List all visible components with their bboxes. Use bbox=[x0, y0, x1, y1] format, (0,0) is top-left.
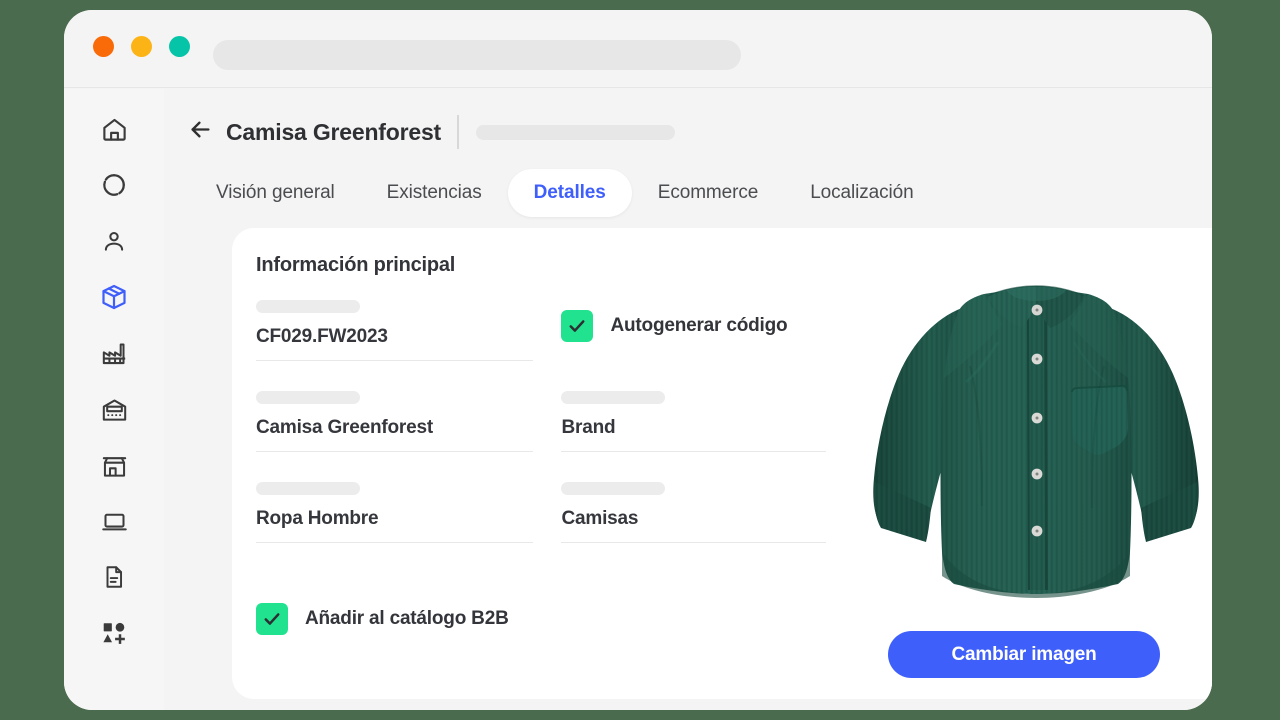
browser-window: Camisa Greenforest Visión general Existe… bbox=[64, 10, 1212, 710]
tab-existencias[interactable]: Existencias bbox=[361, 169, 508, 217]
details-card: Información principal CF029.FW2023 Autog… bbox=[232, 228, 1212, 699]
checkbox-label: Añadir al catálogo B2B bbox=[305, 608, 509, 629]
checkbox-add-to-b2b-catalog[interactable]: Añadir al catálogo B2B bbox=[256, 603, 509, 635]
field-subcategory[interactable]: Camisas bbox=[561, 482, 826, 543]
app-sidebar bbox=[64, 89, 164, 710]
form-row-2: Camisa Greenforest Brand bbox=[256, 391, 826, 452]
field-value: Camisas bbox=[561, 508, 639, 529]
field-label-placeholder bbox=[561, 391, 666, 404]
user-icon bbox=[101, 228, 127, 254]
tab-localizacion[interactable]: Localización bbox=[784, 169, 939, 217]
header-divider bbox=[457, 115, 459, 149]
maximize-window-icon[interactable] bbox=[169, 36, 190, 57]
factory-icon bbox=[101, 340, 128, 367]
back-button[interactable] bbox=[186, 118, 214, 146]
checkbox-checked-icon[interactable] bbox=[561, 310, 594, 342]
product-image bbox=[866, 246, 1206, 601]
field-underline bbox=[256, 360, 534, 361]
field-reference-code[interactable]: CF029.FW2023 bbox=[256, 300, 534, 361]
checkbox-checked-icon[interactable] bbox=[256, 603, 288, 635]
close-window-icon[interactable] bbox=[93, 36, 114, 57]
checkbox-label: Autogenerar código bbox=[610, 315, 788, 336]
field-underline bbox=[561, 542, 826, 543]
sidebar-item-pos[interactable] bbox=[92, 499, 136, 543]
field-product-name[interactable]: Camisa Greenforest bbox=[256, 391, 534, 452]
sidebar-item-documents[interactable] bbox=[92, 555, 136, 599]
sidebar-item-products[interactable] bbox=[92, 275, 136, 319]
card-title: Información principal bbox=[256, 254, 456, 276]
sidebar-item-warehouse[interactable] bbox=[92, 387, 136, 431]
field-underline bbox=[561, 451, 826, 452]
sidebar-item-manufacturing[interactable] bbox=[92, 331, 136, 375]
form-row-3: Ropa Hombre Camisas bbox=[256, 482, 826, 543]
field-underline bbox=[256, 542, 534, 543]
product-image-pane: Cambiar imagen bbox=[858, 246, 1212, 686]
field-label-placeholder bbox=[561, 482, 666, 495]
home-icon bbox=[101, 116, 128, 143]
tab-vision-general[interactable]: Visión general bbox=[190, 169, 361, 217]
document-icon bbox=[101, 564, 127, 590]
field-underline bbox=[256, 451, 534, 452]
main-info-form: CF029.FW2023 Autogenerar código Camisa G… bbox=[256, 300, 826, 573]
field-label-placeholder bbox=[256, 482, 360, 495]
address-bar[interactable] bbox=[213, 40, 741, 70]
field-value: Brand bbox=[561, 417, 616, 438]
box-package-icon bbox=[100, 283, 128, 311]
arrow-left-icon bbox=[187, 116, 214, 148]
sidebar-item-dashboard[interactable] bbox=[92, 163, 136, 207]
laptop-icon bbox=[101, 508, 128, 535]
screen-root: Camisa Greenforest Visión general Existe… bbox=[0, 0, 1280, 720]
dashboard-donut-icon bbox=[101, 172, 127, 198]
change-image-button[interactable]: Cambiar imagen bbox=[888, 631, 1160, 678]
sidebar-item-more-apps[interactable] bbox=[92, 611, 136, 655]
shapes-add-icon bbox=[101, 620, 127, 646]
tab-bar: Visión general Existencias Detalles Ecom… bbox=[190, 169, 940, 217]
browser-titlebar bbox=[64, 10, 1212, 88]
page-title: Camisa Greenforest bbox=[226, 118, 441, 145]
traffic-lights bbox=[93, 36, 190, 57]
tab-detalles[interactable]: Detalles bbox=[507, 169, 632, 217]
tab-ecommerce[interactable]: Ecommerce bbox=[632, 169, 784, 217]
field-value: Ropa Hombre bbox=[256, 508, 379, 529]
field-label-placeholder bbox=[256, 391, 360, 404]
main-content: Camisa Greenforest Visión general Existe… bbox=[164, 89, 1212, 710]
page-header: Camisa Greenforest bbox=[186, 114, 675, 150]
field-brand[interactable]: Brand bbox=[561, 391, 826, 452]
header-skeleton-placeholder bbox=[476, 124, 675, 140]
sidebar-item-contacts[interactable] bbox=[92, 219, 136, 263]
checkbox-autogenerate-code[interactable]: Autogenerar código bbox=[561, 310, 826, 361]
field-category[interactable]: Ropa Hombre bbox=[256, 482, 534, 543]
sidebar-item-store[interactable] bbox=[92, 443, 136, 487]
form-row-1: CF029.FW2023 Autogenerar código bbox=[256, 300, 826, 361]
warehouse-icon bbox=[101, 396, 128, 423]
field-value: Camisa Greenforest bbox=[256, 417, 433, 438]
field-label-placeholder bbox=[256, 300, 360, 313]
sidebar-item-home[interactable] bbox=[92, 107, 136, 151]
field-value: CF029.FW2023 bbox=[256, 326, 388, 347]
store-icon bbox=[101, 452, 128, 479]
minimize-window-icon[interactable] bbox=[131, 36, 152, 57]
